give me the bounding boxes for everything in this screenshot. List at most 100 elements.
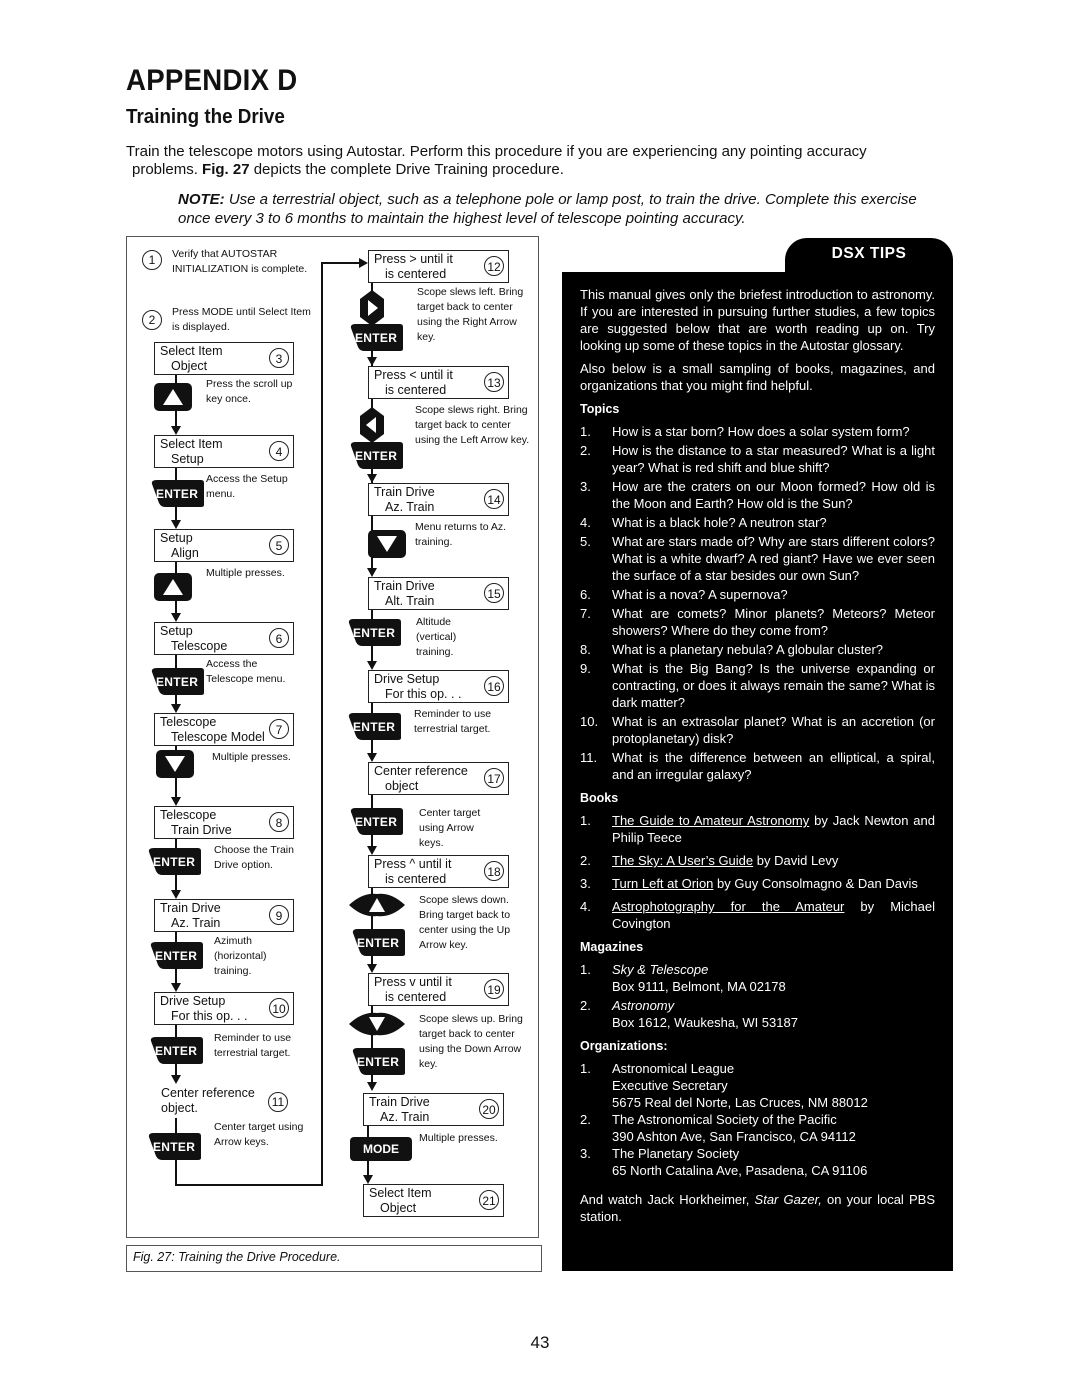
step-note: Scope slews left. Bring target back to c… [417,286,524,343]
organizations-heading: Organizations: [580,1039,668,1053]
enter-key-label: ENTER [156,487,199,501]
step-note: Access the Telescope menu. [206,658,286,685]
topic-text: What is the difference between an ellipt… [612,750,935,782]
topic-text: What is a nova? A supernova? [612,587,788,602]
up-arrow-key[interactable] [349,892,405,918]
item-number: 3. [580,876,591,891]
enter-key-button[interactable]: ENTER [148,1131,202,1161]
step-number: 13 [484,372,504,392]
up-arrow-key[interactable] [154,383,192,411]
step-note: Azimuth (horizontal) training. [214,935,267,977]
enter-key-label: ENTER [355,815,398,829]
note-label: NOTE: [178,191,225,208]
item-number: 3. [580,479,591,494]
step-note: Choose the Train Drive option. [214,844,294,871]
item-number: 8. [580,642,591,657]
arrow-down-icon [171,797,181,806]
lcd-line-1: Train Drive [369,1095,430,1109]
item-number: 1. [580,424,591,439]
enter-key-label: ENTER [355,449,398,463]
item-number: 5. [580,534,591,549]
organizations-list: 1. Astronomical League Executive Secretary… [580,1060,935,1179]
step-number: 19 [484,979,504,999]
enter-key-button[interactable]: ENTER [350,806,404,836]
topics-heading: Topics [580,402,620,416]
step-note: Center target using Arrow keys. [419,807,481,849]
enter-key-button[interactable]: ENTER [151,478,205,508]
enter-key-button[interactable]: ENTER [151,666,205,696]
figure-reference: Fig. 27 [202,161,250,178]
arrow-down-icon [367,568,377,577]
step-note: Reminder to use terrestrial target. [214,1032,292,1059]
enter-key-button[interactable]: ENTER [348,617,402,647]
intro-paragraph: Train the telescope motors using Autosta… [126,143,952,179]
note-paragraph: NOTE: Use a terrestrial object, such as … [178,190,938,228]
right-arrow-key[interactable] [359,290,385,326]
item-number: 3. [580,1146,591,1161]
organization-line: 390 Ashton Ave, San Francisco, CA 94112 [612,1129,856,1144]
step-note: Altitude (vertical) training. [416,616,457,658]
lcd-line-1: Select Item [369,1186,432,1200]
item-number: 1. [580,962,591,977]
enter-key-button[interactable]: ENTER [352,927,406,957]
down-arrow-key[interactable] [156,750,194,778]
lcd-display-step-18: Press ^ until it is centered 18 [368,855,509,888]
lcd-line-2: Setup [171,452,204,466]
topic-text: What is a black hole? A neutron star? [612,515,827,530]
enter-key-button[interactable]: ENTER [350,322,404,352]
up-arrow-key[interactable] [154,573,192,601]
lcd-line-1: Select Item [160,344,223,358]
arrow-down-icon [367,357,377,366]
lcd-display-step-17: Center reference object 17 [368,762,509,795]
lcd-display-step-16: Drive Setup For this op. . . 16 [368,670,509,703]
step-number: 12 [484,256,504,276]
enter-key-button[interactable]: ENTER [352,1046,406,1076]
enter-key-label: ENTER [155,1044,198,1058]
step-number: 7 [269,719,289,739]
lcd-line-1: Press < until it [374,368,453,382]
arrow-down-icon [367,753,377,762]
magazine-address: Box 1612, Waukesha, WI 53187 [612,1015,798,1030]
item-number: 11. [580,750,598,765]
enter-key-label: ENTER [153,1140,196,1154]
enter-key-label: ENTER [353,626,396,640]
step-number: 18 [484,861,504,881]
tips-title: DSX TIPS [831,245,907,262]
enter-key-button[interactable]: ENTER [148,846,202,876]
arrow-down-icon [367,846,377,855]
lcd-display-step-14: Train Drive Az. Train 14 [368,483,509,516]
lcd-line-2: object [385,779,419,793]
enter-key-button[interactable]: ENTER [350,440,404,470]
enter-key-button[interactable]: ENTER [150,940,204,970]
arrow-down-icon [367,661,377,670]
lcd-line-2: Align [171,546,199,560]
step-number: 15 [484,583,504,603]
item-number: 7. [580,606,591,621]
enter-key-button[interactable]: ENTER [150,1035,204,1065]
organization-line: 5675 Real del Norte, Las Cruces, NM 8801… [612,1095,868,1110]
arrow-down-icon [171,704,181,713]
lcd-display-step-8: Telescope Train Drive 8 [154,806,294,839]
organization-line: The Planetary Society [612,1146,740,1161]
magazine-item: 2. Astronomy Box 1612, Waukesha, WI 53187 [580,997,935,1031]
down-arrow-key[interactable] [349,1011,405,1037]
down-arrow-key[interactable] [368,530,406,558]
book-title: The Sky: A User’s Guide [612,853,754,868]
enter-key-label: ENTER [357,936,400,950]
intro-text: problems. [132,161,198,178]
lcd-display-step-5: Setup Align 5 [154,529,294,562]
lcd-line-2: Train Drive [171,823,232,837]
lcd-display-step-13: Press < until it is centered 13 [368,366,509,399]
left-arrow-key[interactable] [359,407,385,443]
enter-key-button[interactable]: ENTER [348,711,402,741]
book-author: by Guy Consolmagno & Dan Davis [713,876,918,891]
lcd-line-2: For this op. . . [171,1009,248,1023]
lcd-line-2: Az. Train [380,1110,430,1124]
magazine-name: Astronomy [612,998,675,1013]
topic-item: 11. What is the difference between an ell… [580,749,935,783]
lcd-display-step-15: Train Drive Alt. Train 15 [368,577,509,610]
tips-intro-2: Also below is a small sampling of books,… [580,361,935,393]
magazines-list: 1. Sky & Telescope Box 9111, Belmont, MA 0… [580,961,935,1031]
lcd-display-step-19: Press v until it is centered 19 [368,973,509,1006]
mode-key-button[interactable]: MODE [350,1137,412,1161]
